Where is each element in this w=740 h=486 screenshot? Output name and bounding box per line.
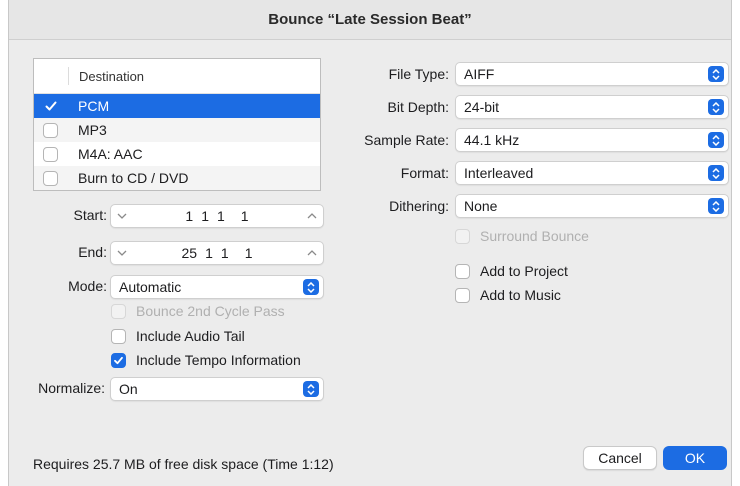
bit-depth-value: 24-bit [464, 99, 500, 115]
mode-value: Automatic [119, 279, 182, 295]
chevron-down-icon[interactable] [111, 250, 133, 256]
end-label: End: [78, 244, 107, 260]
normalize-popup[interactable]: On [110, 377, 324, 401]
bounce-2nd-cycle-option: Bounce 2nd Cycle Pass [111, 303, 285, 319]
sample-rate-value: 44.1 kHz [464, 132, 520, 148]
format-value: Interleaved [464, 165, 534, 181]
start-beat: 1 [201, 208, 209, 224]
end-bar: 25 [181, 245, 198, 261]
dithering-label: Dithering: [389, 198, 449, 214]
end-time-field[interactable]: 25 1 1 1 [110, 241, 324, 265]
bounce-2nd-cycle-checkbox [111, 303, 126, 319]
dialog-title: Bounce “Late Session Beat” [9, 0, 731, 40]
checkmark-icon [114, 356, 123, 364]
include-audio-tail-label: Include Audio Tail [136, 328, 245, 344]
chevron-up-icon[interactable] [301, 250, 323, 256]
checkmark-icon [45, 101, 56, 111]
popup-arrows-icon [708, 198, 724, 214]
file-type-value: AIFF [464, 66, 495, 82]
sample-rate-popup[interactable]: 44.1 kHz [455, 128, 729, 152]
destination-item-burn[interactable]: Burn to CD / DVD [34, 166, 320, 190]
popup-arrows-icon [303, 381, 319, 397]
end-division: 1 [220, 245, 229, 261]
start-time-field[interactable]: 1 1 1 1 [110, 204, 324, 228]
destination-item-pcm[interactable]: PCM [34, 94, 320, 118]
start-division: 1 [217, 208, 225, 224]
destination-item-label: PCM [78, 98, 110, 114]
include-audio-tail-option[interactable]: Include Audio Tail [111, 328, 245, 344]
chevron-down-icon[interactable] [111, 213, 133, 219]
include-tempo-option[interactable]: Include Tempo Information [111, 352, 301, 368]
destination-list: Destination PCM MP3 M4A: AAC Burn to CD … [33, 58, 321, 191]
add-to-music-label: Add to Music [480, 287, 561, 303]
dithering-value: None [464, 198, 498, 214]
sample-rate-label: Sample Rate: [364, 132, 449, 148]
destination-item-m4a[interactable]: M4A: AAC [34, 142, 320, 166]
m4a-checkbox[interactable] [43, 146, 58, 162]
destination-item-mp3[interactable]: MP3 [34, 118, 320, 142]
ok-button[interactable]: OK [663, 446, 727, 470]
burn-checkbox[interactable] [43, 170, 58, 186]
popup-arrows-icon [303, 279, 319, 295]
start-bar: 1 [185, 208, 194, 224]
start-label: Start: [73, 207, 107, 223]
include-tempo-label: Include Tempo Information [136, 352, 301, 368]
normalize-label: Normalize: [38, 380, 105, 396]
start-value[interactable]: 1 1 1 1 [133, 208, 301, 224]
file-type-popup[interactable]: AIFF [455, 62, 729, 86]
start-tick: 1 [240, 208, 249, 224]
destination-item-label: MP3 [78, 122, 107, 138]
mode-label: Mode: [68, 278, 107, 294]
surround-bounce-option: Surround Bounce [455, 228, 589, 244]
popup-arrows-icon [708, 99, 724, 115]
destination-item-label: M4A: AAC [78, 146, 143, 162]
pcm-checkbox[interactable] [43, 99, 58, 114]
chevron-up-icon[interactable] [301, 213, 323, 219]
surround-bounce-checkbox [455, 228, 470, 244]
surround-bounce-label: Surround Bounce [480, 228, 589, 244]
format-popup[interactable]: Interleaved [455, 161, 729, 185]
bit-depth-label: Bit Depth: [387, 99, 449, 115]
add-to-music-checkbox[interactable] [455, 287, 470, 303]
mp3-checkbox[interactable] [43, 122, 58, 138]
format-label: Format: [400, 165, 449, 181]
end-beat: 1 [205, 245, 213, 261]
bit-depth-popup[interactable]: 24-bit [455, 95, 729, 119]
popup-arrows-icon [708, 165, 724, 181]
dithering-popup[interactable]: None [455, 194, 729, 218]
normalize-value: On [119, 381, 138, 397]
file-type-label: File Type: [388, 66, 449, 82]
include-tempo-checkbox[interactable] [111, 352, 126, 368]
popup-arrows-icon [708, 66, 724, 82]
end-tick: 1 [244, 245, 253, 261]
include-audio-tail-checkbox[interactable] [111, 328, 126, 344]
bounce-2nd-cycle-label: Bounce 2nd Cycle Pass [136, 303, 285, 319]
add-to-music-option[interactable]: Add to Music [455, 287, 561, 303]
disk-space-status: Requires 25.7 MB of free disk space (Tim… [33, 456, 334, 472]
cancel-button[interactable]: Cancel [583, 446, 657, 470]
add-to-project-checkbox[interactable] [455, 263, 470, 279]
header-checkbox-column [34, 67, 69, 85]
destination-header-label: Destination [79, 68, 145, 84]
end-value[interactable]: 25 1 1 1 [133, 245, 301, 261]
add-to-project-label: Add to Project [480, 263, 568, 279]
destination-header: Destination [34, 59, 320, 94]
add-to-project-option[interactable]: Add to Project [455, 263, 568, 279]
mode-popup[interactable]: Automatic [110, 275, 324, 299]
destination-item-label: Burn to CD / DVD [78, 170, 189, 186]
popup-arrows-icon [708, 132, 724, 148]
bounce-dialog: Bounce “Late Session Beat” Destination P… [8, 0, 732, 486]
